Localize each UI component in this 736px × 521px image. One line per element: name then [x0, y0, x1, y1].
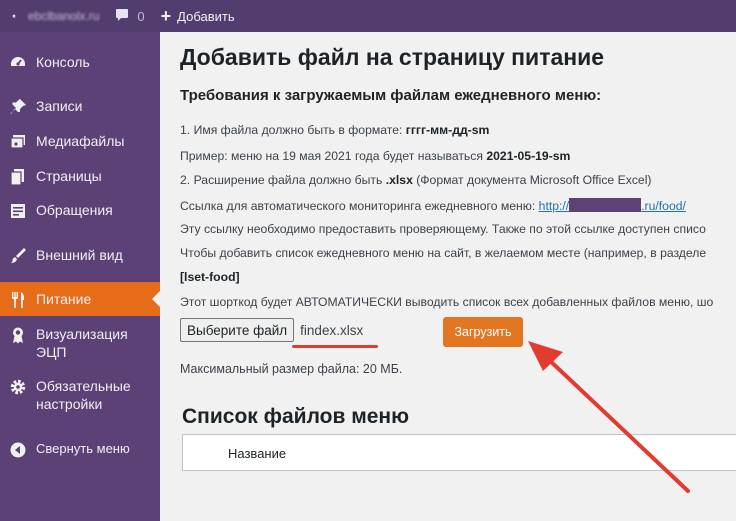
sidebar-item-posts[interactable]: Записи: [0, 97, 160, 116]
sidebar-item-console[interactable]: Консоль: [0, 53, 160, 72]
badge-icon: [0, 325, 36, 344]
plus-icon: +: [160, 6, 172, 26]
add-new-label: Добавить: [177, 8, 235, 24]
choose-file-button[interactable]: Выберите файл: [180, 318, 295, 342]
sidebar-item-food[interactable]: Питание: [0, 282, 160, 316]
info-line-2: Чтобы добавить список ежедневного меню н…: [180, 246, 707, 260]
file-input-row: Выберите файл findex.xlsx: [180, 318, 363, 342]
info-line-3: Этот шорткод будет АВТОМАТИЧЕСКИ выводит…: [180, 295, 714, 309]
sidebar-item-appearance[interactable]: Внешний вид: [0, 246, 160, 265]
info-line-1: Эту ссылку необходимо предоставить прове…: [180, 222, 706, 236]
home-icon[interactable]: [4, 0, 24, 32]
monitoring-link-line: Ссылка для автоматического мониторинга е…: [180, 198, 686, 213]
shortcode-line: [lset-food]: [180, 270, 240, 284]
sidebar-item-requests[interactable]: Обращения: [0, 201, 160, 220]
redacted-domain: [569, 198, 642, 212]
site-name-link[interactable]: ebclbanolx.ru: [24, 0, 107, 32]
requirement-line-1: 1. Имя файла должно быть в формате: гггг…: [180, 123, 490, 137]
admin-sidebar: Консоль Записи Медиафайлы Страницы Обращ…: [0, 32, 160, 521]
requirements-heading: Требования к загружаемым файлам ежедневн…: [180, 87, 602, 104]
comments-count: 0: [137, 8, 145, 24]
sidebar-item-media[interactable]: Медиафайлы: [0, 132, 160, 151]
gear-icon: [0, 377, 36, 396]
utensils-icon: [0, 290, 36, 309]
media-icon: [0, 132, 36, 151]
sidebar-item-signature[interactable]: Визуализация ЭЦП: [0, 325, 160, 361]
requirement-line-2: Пример: меню на 19 мая 2021 года будет н…: [180, 149, 571, 163]
comments-link[interactable]: 0: [107, 0, 152, 32]
comment-icon: [115, 8, 129, 25]
file-list-title: Список файлов меню: [182, 405, 410, 428]
form-icon: [0, 201, 36, 220]
brush-icon: [0, 246, 36, 265]
collapse-icon: [0, 440, 36, 459]
add-new-link[interactable]: + Добавить: [153, 0, 243, 32]
requirement-line-3: 2. Расширение файла должно быть .xlsx (Ф…: [180, 173, 652, 187]
monitoring-link[interactable]: http://.ru/food/: [539, 198, 686, 213]
sidebar-item-pages[interactable]: Страницы: [0, 167, 160, 186]
sidebar-item-required-settings[interactable]: Обязательные настройки: [0, 377, 160, 413]
collapse-menu-button[interactable]: Свернуть меню: [0, 440, 160, 459]
page-title: Добавить файл на страницу питание: [180, 44, 605, 70]
annotation-underline: [292, 345, 378, 348]
upload-button[interactable]: Загрузить: [443, 317, 523, 347]
file-list-table: Название: [182, 434, 736, 471]
column-header-name[interactable]: Название: [228, 446, 286, 461]
admin-bar: ebclbanolx.ru 0 + Добавить: [0, 0, 736, 32]
pin-icon: [0, 97, 36, 116]
max-file-size: Максимальный размер файла: 20 МБ.: [180, 362, 403, 376]
pages-icon: [0, 167, 36, 186]
selected-file-name: findex.xlsx: [300, 322, 364, 338]
dashboard-icon: [0, 53, 36, 72]
main-content: Добавить файл на страницу питание Требов…: [160, 32, 736, 521]
